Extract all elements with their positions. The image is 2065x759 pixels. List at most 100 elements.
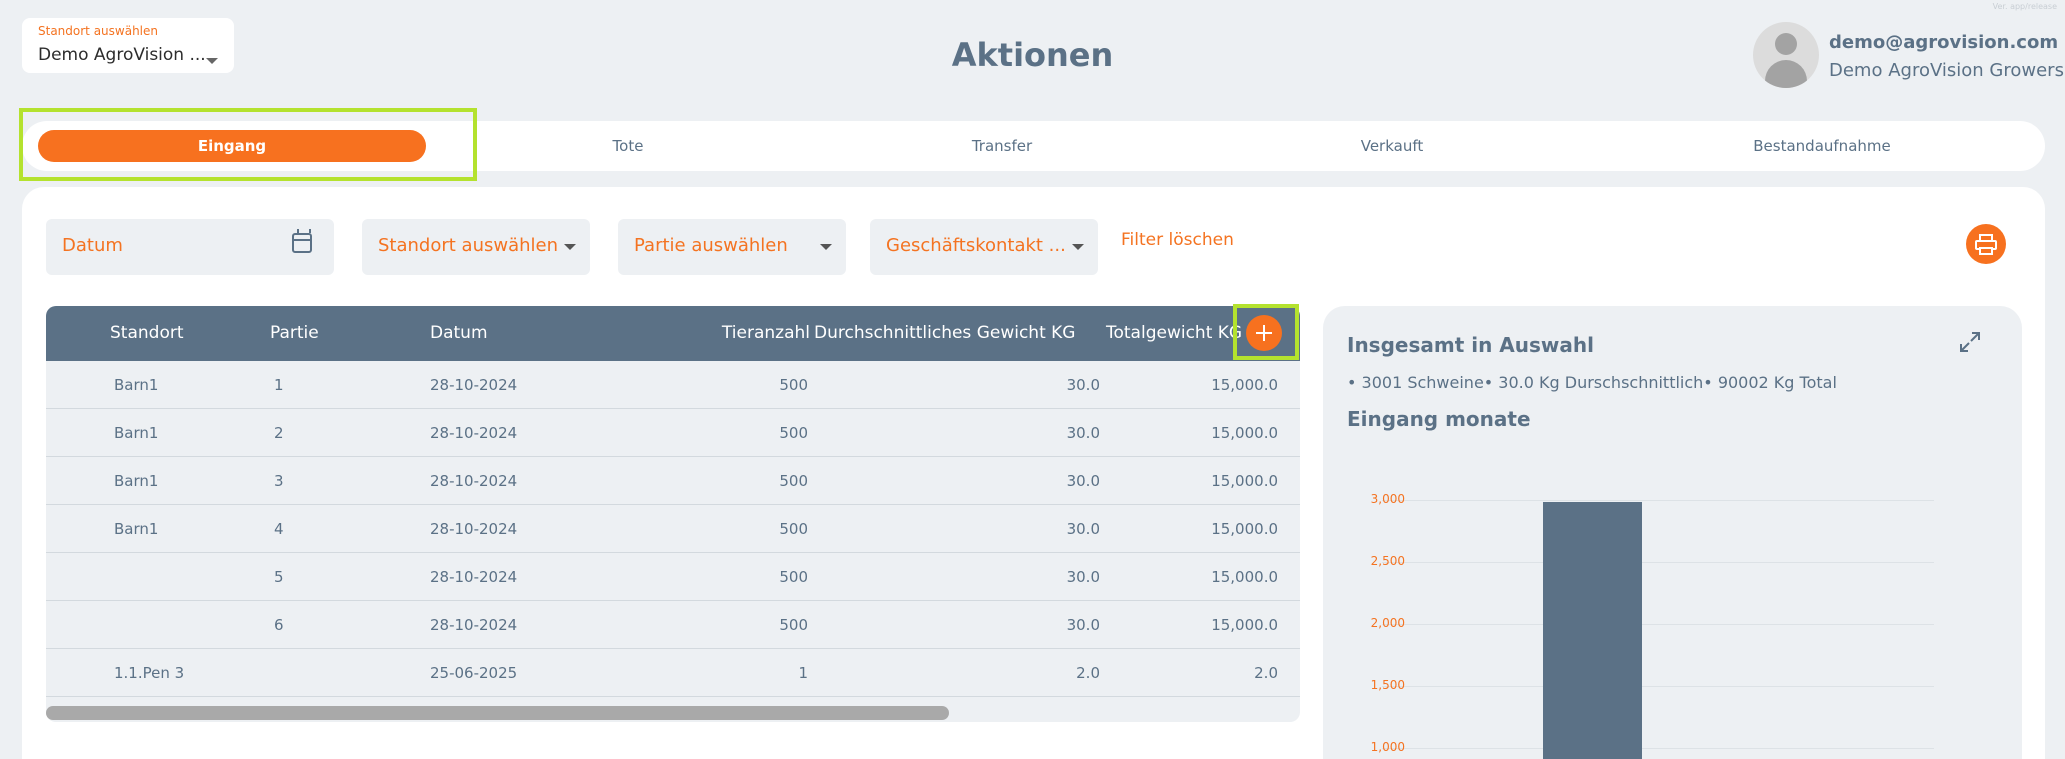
col-durchschnitt[interactable]: Durchschnittliches Gewicht KG bbox=[814, 306, 1075, 361]
table-header: Standort Partie Datum Tieranzahl Durchsc… bbox=[46, 306, 1300, 361]
cell-datum: 28-10-2024 bbox=[430, 424, 518, 442]
tab-transfer[interactable]: Transfer bbox=[842, 121, 1162, 171]
contact-filter-label: Geschäftskontakt ... bbox=[886, 235, 1066, 256]
cell-partie: 6 bbox=[274, 616, 284, 634]
cell-standort bbox=[114, 601, 234, 649]
cell-durchschnitt: 30.0 bbox=[1066, 424, 1100, 442]
cell-tieranzahl: 500 bbox=[779, 568, 808, 586]
table-row[interactable]: 5 28-10-2024 500 30.0 15,000.0 bbox=[46, 553, 1300, 601]
chart-gridline bbox=[1382, 686, 1934, 687]
tab-tote[interactable]: Tote bbox=[468, 121, 788, 171]
table-row[interactable]: 1.1.Pen 3 25-06-2025 1 2.0 2.0 bbox=[46, 649, 1300, 697]
cell-datum: 28-10-2024 bbox=[430, 472, 518, 490]
cell-tieranzahl: 500 bbox=[779, 520, 808, 538]
cell-totalgewicht: 15,000.0 bbox=[1211, 376, 1278, 394]
cell-tieranzahl: 1 bbox=[798, 664, 808, 682]
chart-y-tick: 2,500 bbox=[1370, 554, 1405, 568]
tab-bestandaufnahme[interactable]: Bestandaufnahme bbox=[1642, 121, 2002, 171]
add-entry-button[interactable] bbox=[1246, 315, 1282, 351]
cell-totalgewicht: 2.0 bbox=[1254, 664, 1278, 682]
cell-partie: 3 bbox=[274, 472, 284, 490]
chart-gridline bbox=[1382, 624, 1934, 625]
batch-filter-label: Partie auswählen bbox=[634, 235, 788, 256]
cell-datum: 28-10-2024 bbox=[430, 616, 518, 634]
col-datum[interactable]: Datum bbox=[430, 306, 488, 361]
col-standort[interactable]: Standort bbox=[110, 306, 184, 361]
contact-filter[interactable]: Geschäftskontakt ... bbox=[870, 219, 1098, 275]
table-row[interactable]: 6 28-10-2024 500 30.0 15,000.0 bbox=[46, 601, 1300, 649]
summary-text: • 3001 Schweine• 30.0 Kg Durschschnittli… bbox=[1347, 373, 1837, 392]
printer-icon-paper bbox=[1979, 247, 1993, 255]
avatar-body bbox=[1765, 60, 1807, 88]
chart-bar[interactable] bbox=[1543, 502, 1642, 759]
batch-filter[interactable]: Partie auswählen bbox=[618, 219, 846, 275]
chart-y-tick: 3,000 bbox=[1370, 492, 1405, 506]
cell-standort: Barn1 bbox=[114, 424, 159, 442]
col-totalgewicht[interactable]: Totalgewicht KG bbox=[1106, 306, 1242, 361]
avatar[interactable] bbox=[1753, 22, 1819, 88]
site-filter-label: Standort auswählen bbox=[378, 235, 558, 256]
tab-highlight bbox=[19, 108, 477, 181]
cell-totalgewicht: 15,000.0 bbox=[1211, 616, 1278, 634]
cell-datum: 28-10-2024 bbox=[430, 520, 518, 538]
cell-durchschnitt: 30.0 bbox=[1066, 616, 1100, 634]
cell-durchschnitt: 30.0 bbox=[1066, 568, 1100, 586]
cell-tieranzahl: 500 bbox=[779, 472, 808, 490]
cell-partie: 4 bbox=[274, 520, 284, 538]
cell-partie: 1 bbox=[274, 376, 284, 394]
chart-y-tick: 2,000 bbox=[1370, 616, 1405, 630]
col-partie[interactable]: Partie bbox=[270, 306, 319, 361]
table-row[interactable]: Barn1 1 28-10-2024 500 30.0 15,000.0 bbox=[46, 361, 1300, 409]
cell-tieranzahl: 500 bbox=[779, 616, 808, 634]
cell-partie: 2 bbox=[274, 424, 284, 442]
avatar-head bbox=[1775, 33, 1797, 55]
tab-verkauft[interactable]: Verkauft bbox=[1232, 121, 1552, 171]
cell-durchschnitt: 30.0 bbox=[1066, 376, 1100, 394]
horizontal-scrollbar[interactable] bbox=[46, 706, 1300, 720]
cell-durchschnitt: 30.0 bbox=[1066, 520, 1100, 538]
cell-standort: Barn1 bbox=[114, 472, 159, 490]
cell-partie bbox=[274, 649, 354, 697]
chart-gridline bbox=[1382, 562, 1934, 563]
table-row[interactable]: Barn1 4 28-10-2024 500 30.0 15,000.0 bbox=[46, 505, 1300, 553]
cell-totalgewicht: 15,000.0 bbox=[1211, 568, 1278, 586]
chart-gridline bbox=[1382, 500, 1934, 501]
version-note: Ver. app/release bbox=[1992, 2, 2057, 11]
date-filter-placeholder: Datum bbox=[62, 235, 123, 256]
table-row[interactable]: Barn1 2 28-10-2024 500 30.0 15,000.0 bbox=[46, 409, 1300, 457]
cell-datum: 28-10-2024 bbox=[430, 568, 518, 586]
scrollbar-thumb[interactable] bbox=[46, 706, 949, 720]
chart-gridline bbox=[1382, 748, 1934, 749]
summary-title: Insgesamt in Auswahl bbox=[1347, 333, 1594, 357]
chevron-down-icon bbox=[564, 244, 576, 250]
chart-y-tick: 1,000 bbox=[1370, 740, 1405, 754]
cell-standort: Barn1 bbox=[114, 376, 159, 394]
chevron-down-icon bbox=[820, 244, 832, 250]
cell-standort: Barn1 bbox=[114, 520, 159, 538]
cell-totalgewicht: 15,000.0 bbox=[1211, 424, 1278, 442]
cell-durchschnitt: 2.0 bbox=[1076, 664, 1100, 682]
date-filter[interactable]: Datum bbox=[46, 219, 334, 275]
col-tieranzahl[interactable]: Tieranzahl bbox=[626, 306, 810, 361]
cell-totalgewicht: 15,000.0 bbox=[1211, 520, 1278, 538]
chart-y-tick: 1,500 bbox=[1370, 678, 1405, 692]
cell-standort bbox=[114, 553, 234, 601]
user-org: Demo AgroVision Growers bbox=[1829, 60, 2064, 81]
cell-datum: 28-10-2024 bbox=[430, 376, 518, 394]
chevron-down-icon bbox=[1072, 244, 1084, 250]
clear-filter-link[interactable]: Filter löschen bbox=[1121, 230, 1234, 250]
cell-tieranzahl: 500 bbox=[779, 376, 808, 394]
cell-partie: 5 bbox=[274, 568, 284, 586]
user-email: demo@agrovision.com bbox=[1829, 32, 2059, 53]
calendar-icon[interactable] bbox=[292, 229, 312, 253]
print-button[interactable] bbox=[1966, 224, 2006, 264]
chart-title: Eingang monate bbox=[1347, 407, 1531, 431]
cell-durchschnitt: 30.0 bbox=[1066, 472, 1100, 490]
cell-tieranzahl: 500 bbox=[779, 424, 808, 442]
table-row[interactable]: Barn1 3 28-10-2024 500 30.0 15,000.0 bbox=[46, 457, 1300, 505]
cell-standort: 1.1.Pen 3 bbox=[114, 664, 185, 682]
expand-icon[interactable] bbox=[1959, 331, 1981, 353]
cell-datum: 25-06-2025 bbox=[430, 664, 518, 682]
cell-totalgewicht: 15,000.0 bbox=[1211, 472, 1278, 490]
site-filter[interactable]: Standort auswählen bbox=[362, 219, 590, 275]
